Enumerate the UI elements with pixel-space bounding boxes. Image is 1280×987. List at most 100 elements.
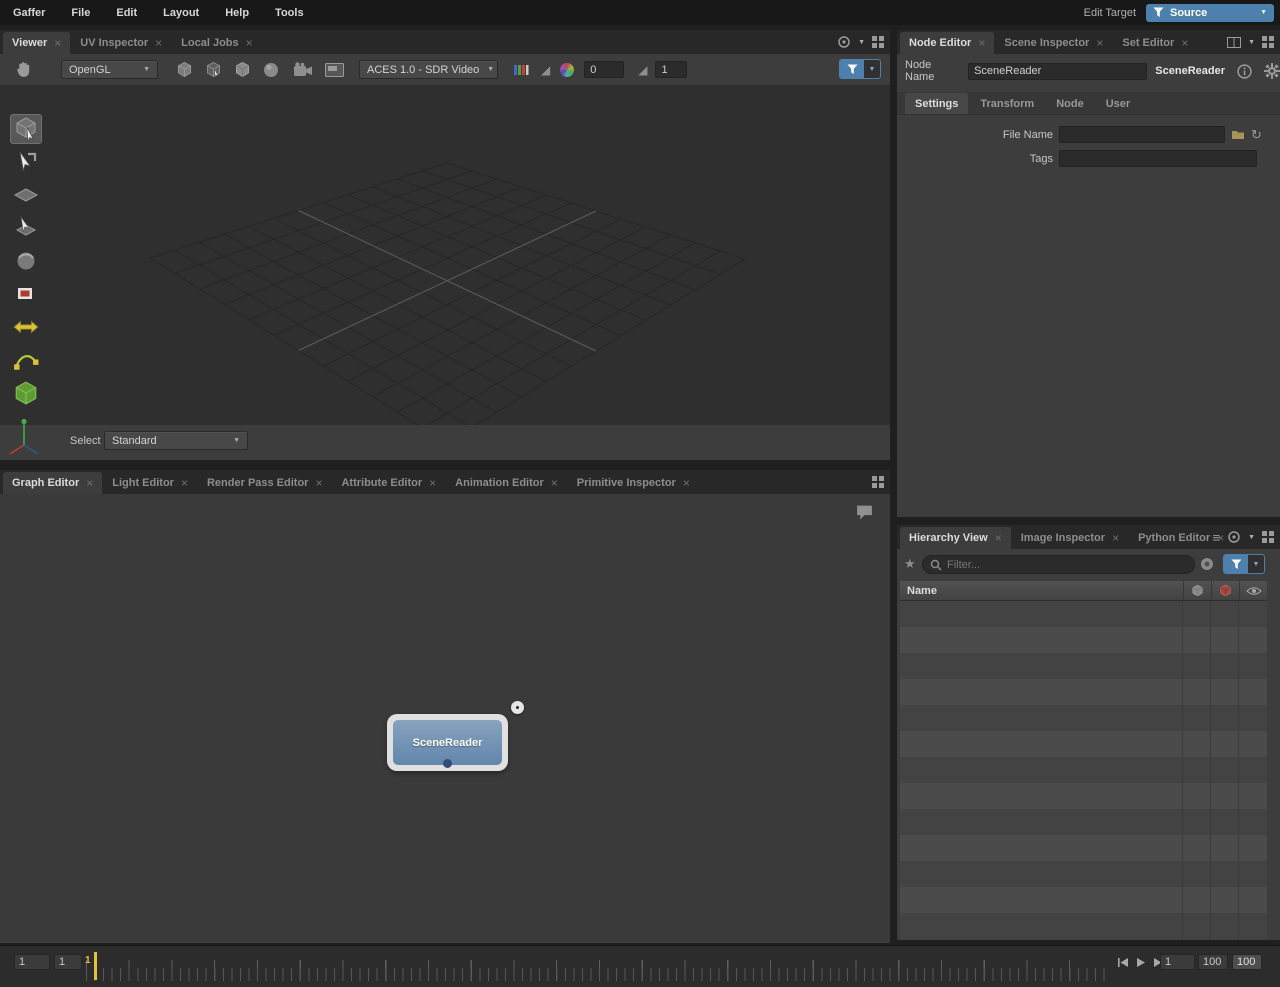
- scale-tool-button[interactable]: [10, 213, 42, 243]
- tab-uv-inspector[interactable]: UV Inspector ×: [71, 32, 171, 54]
- channel-rgb-icon[interactable]: [514, 63, 529, 77]
- chevron-down-icon[interactable]: ▼: [1248, 39, 1255, 46]
- hierarchy-row[interactable]: [900, 705, 1267, 731]
- menu-edit[interactable]: Edit: [103, 0, 150, 25]
- render-visibility-column-icon[interactable]: [1211, 581, 1239, 600]
- rotate-tool-button[interactable]: [10, 180, 42, 210]
- curve-tool-button[interactable]: [10, 345, 42, 375]
- hierarchy-row[interactable]: [900, 627, 1267, 653]
- node-scene-plug[interactable]: [443, 759, 452, 768]
- viewport-3d[interactable]: [0, 85, 890, 425]
- close-icon[interactable]: ×: [315, 477, 322, 489]
- hierarchy-row[interactable]: [900, 809, 1267, 835]
- camera-tool-button[interactable]: [10, 246, 42, 276]
- select-mode-dropdown[interactable]: Standard ▼: [104, 431, 248, 450]
- node-name-input[interactable]: [968, 63, 1147, 80]
- menu-layout[interactable]: Layout: [150, 0, 212, 25]
- color-wheel-icon[interactable]: [560, 63, 574, 77]
- viewer-edit-scope-button[interactable]: ▼: [839, 59, 881, 79]
- tab-graph-editor[interactable]: Graph Editor ×: [3, 472, 102, 494]
- section-tab-node[interactable]: Node: [1046, 93, 1094, 114]
- timeline-frame-field[interactable]: [1160, 954, 1195, 970]
- refresh-icon[interactable]: ↻: [1251, 128, 1262, 141]
- pan-hand-icon[interactable]: [14, 60, 33, 79]
- close-icon[interactable]: ×: [429, 477, 436, 489]
- edit-target-source-button[interactable]: Source ▼: [1146, 4, 1274, 22]
- tags-input[interactable]: [1059, 150, 1257, 167]
- scene-reader-node[interactable]: SceneReader: [387, 714, 508, 771]
- section-tab-user[interactable]: User: [1096, 93, 1140, 114]
- solid-cube-icon[interactable]: [234, 61, 251, 78]
- layout-grid-icon[interactable]: [872, 476, 884, 488]
- selection-tool-button[interactable]: [10, 114, 42, 144]
- close-icon[interactable]: ×: [54, 37, 61, 49]
- tab-viewer[interactable]: Viewer ×: [3, 32, 70, 54]
- filter-toggle-icon[interactable]: [1200, 557, 1214, 571]
- gamma-triangle-icon[interactable]: ◢: [638, 64, 647, 76]
- hierarchy-row[interactable]: [900, 601, 1267, 627]
- hierarchy-row[interactable]: [900, 679, 1267, 705]
- crop-window-tool-button[interactable]: [10, 279, 42, 309]
- info-icon[interactable]: [1237, 64, 1252, 79]
- hierarchy-row[interactable]: [900, 861, 1267, 887]
- menu-file[interactable]: File: [58, 0, 103, 25]
- current-frame-marker[interactable]: 1: [94, 952, 97, 980]
- editor-focus-icon[interactable]: [1227, 530, 1241, 544]
- tab-animation-editor[interactable]: Animation Editor ×: [446, 472, 567, 494]
- display-transform-dropdown[interactable]: ACES 1.0 - SDR Video ▼: [359, 60, 498, 79]
- close-icon[interactable]: ×: [1096, 37, 1103, 49]
- node-output-connector[interactable]: [511, 701, 524, 714]
- tab-image-inspector[interactable]: Image Inspector ×: [1012, 527, 1128, 549]
- gear-icon[interactable]: [1264, 63, 1280, 79]
- tab-primitive-inspector[interactable]: Primitive Inspector ×: [568, 472, 699, 494]
- layout-grid-icon[interactable]: [1262, 36, 1274, 48]
- tab-render-pass-editor[interactable]: Render Pass Editor ×: [198, 472, 332, 494]
- close-icon[interactable]: ×: [995, 532, 1002, 544]
- close-icon[interactable]: ×: [978, 37, 985, 49]
- close-icon[interactable]: ×: [551, 477, 558, 489]
- eye-visibility-column-icon[interactable]: [1239, 581, 1267, 600]
- hierarchy-row[interactable]: [900, 835, 1267, 861]
- tab-set-editor[interactable]: Set Editor ×: [1113, 32, 1197, 54]
- exposure-field[interactable]: 0: [584, 61, 624, 78]
- tab-local-jobs[interactable]: Local Jobs ×: [172, 32, 261, 54]
- section-tab-transform[interactable]: Transform: [970, 93, 1044, 114]
- close-icon[interactable]: ×: [1112, 532, 1119, 544]
- camera-icon[interactable]: [293, 62, 313, 77]
- renderer-dropdown[interactable]: OpenGL ▼: [61, 60, 158, 79]
- filter-search-box[interactable]: [922, 555, 1195, 574]
- close-icon[interactable]: ×: [86, 477, 93, 489]
- expansion-column-icon[interactable]: [1183, 581, 1211, 600]
- tab-node-editor[interactable]: Node Editor ×: [900, 32, 994, 54]
- hierarchy-row[interactable]: [900, 731, 1267, 757]
- name-column-header[interactable]: Name: [907, 585, 937, 597]
- cube-tool-button[interactable]: [10, 378, 42, 408]
- hierarchy-row[interactable]: [900, 887, 1267, 913]
- close-icon[interactable]: ×: [155, 37, 162, 49]
- tab-hierarchy-view[interactable]: Hierarchy View ×: [900, 527, 1011, 549]
- panel-menu-icon[interactable]: ≡: [1212, 531, 1220, 544]
- section-tab-settings[interactable]: Settings: [905, 93, 968, 114]
- layout-split-icon[interactable]: [1227, 37, 1241, 48]
- layout-grid-icon[interactable]: [872, 36, 884, 48]
- graph-canvas[interactable]: SceneReader: [0, 494, 890, 943]
- close-icon[interactable]: ×: [1181, 37, 1188, 49]
- play-forward-icon[interactable]: [1136, 957, 1146, 968]
- bookmarks-star-icon[interactable]: ★: [904, 557, 916, 570]
- timeline-range-start-field[interactable]: [14, 954, 50, 970]
- annotations-icon[interactable]: [855, 504, 874, 521]
- layout-grid-icon[interactable]: [1262, 531, 1274, 543]
- chevron-down-icon[interactable]: ▼: [864, 60, 880, 78]
- gamma-field[interactable]: 1: [655, 61, 687, 78]
- play-backward-icon[interactable]: [1117, 957, 1129, 968]
- hierarchy-table-header[interactable]: Name: [900, 581, 1267, 601]
- tab-light-editor[interactable]: Light Editor ×: [103, 472, 197, 494]
- hierarchy-row[interactable]: [900, 653, 1267, 679]
- chevron-down-icon[interactable]: ▼: [1248, 555, 1264, 573]
- chevron-down-icon[interactable]: ▼: [858, 39, 865, 46]
- menu-gaffer[interactable]: Gaffer: [0, 0, 58, 25]
- tab-scene-inspector[interactable]: Scene Inspector ×: [995, 32, 1112, 54]
- close-icon[interactable]: ×: [181, 477, 188, 489]
- translate-tool-button[interactable]: [10, 147, 42, 177]
- light-tool-button[interactable]: [10, 312, 42, 342]
